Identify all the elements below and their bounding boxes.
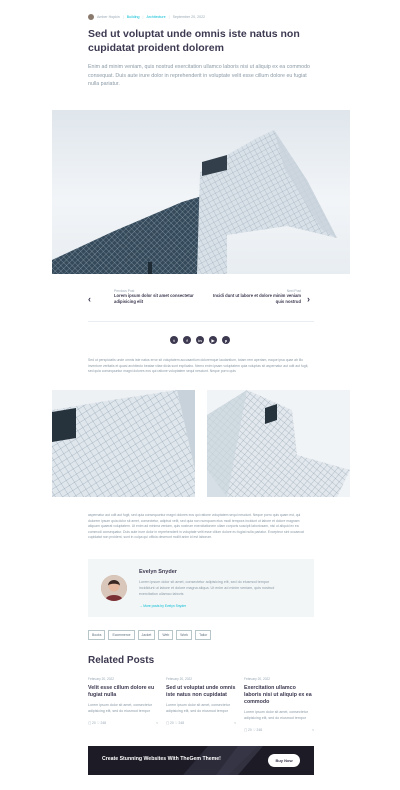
author-name: Evelyn Snyder [139,569,177,575]
gallery-image-2 [207,390,350,497]
chevron-right-icon[interactable]: › [307,294,310,304]
comment-icon: ▢ [88,720,92,725]
heart-icon[interactable]: ♡ [175,721,178,725]
category-link-architecture[interactable]: Architecture [146,15,165,19]
related-post-card[interactable]: February 20, 2022 Exercitation ullamco l… [244,677,314,732]
comment-count: 20 [170,720,174,725]
related-post-excerpt: Lorem ipsum dolor sit amet, consectetur … [166,703,230,713]
banner-text: Create Stunning Websites With TheGem The… [102,756,221,762]
prev-post-title[interactable]: Lorem ipsum dolor sit amet consectetur a… [114,293,204,305]
pinterest-icon[interactable]: p [222,336,230,344]
like-count: 248 [178,720,185,725]
tag[interactable]: Books [88,630,106,640]
author-name[interactable]: Amber Hopkin [97,15,120,19]
related-post-footer: ▢ 20 ♡ 248 < [166,721,236,725]
tag-list: Books Ecommerce Jacket Web Work Tailor [88,630,212,640]
linkedin-icon[interactable]: in [196,336,204,344]
body-paragraph-1: Sed ut perspiciatis unde omnis iste natu… [88,358,309,374]
category-link-building[interactable]: Building [127,15,140,19]
related-post-date: February 20, 2022 [88,677,115,681]
gallery-image-1 [52,390,195,497]
comment-icon: ▢ [244,727,248,732]
building-photo [52,130,337,274]
share-icon[interactable]: < [156,721,158,725]
related-post-footer: ▢ 20 ♡ 248 < [88,721,158,725]
prev-post-link[interactable]: Previous Post Lorem ipsum dolor sit amet… [114,289,204,305]
post-meta: Amber Hopkin | Building | Architecture |… [88,14,205,20]
related-post-footer: ▢ 20 ♡ 248 < [244,728,314,732]
comment-count: 20 [248,727,252,732]
tag[interactable]: Work [176,630,193,640]
tag[interactable]: Tailor [195,630,212,640]
tag[interactable]: Web [158,630,174,640]
heart-icon[interactable]: ♡ [97,721,100,725]
related-post-date: February 20, 2022 [244,677,271,681]
heart-icon[interactable]: ♡ [253,728,256,732]
share-icon[interactable]: < [234,721,236,725]
building-photo [52,390,195,497]
building-photo [207,390,350,497]
hero-image [52,110,350,274]
like-count: 248 [100,720,107,725]
related-posts-heading: Related Posts [88,655,155,666]
tag[interactable]: Ecommerce [108,630,135,640]
related-post-title[interactable]: Velit esse cillum dolore eu fugiat nulla [88,685,158,699]
like-count: 248 [256,727,263,732]
related-post-excerpt: Lorem ipsum dolor sit amet, consectetur … [88,703,152,713]
tag[interactable]: Jacket [137,630,156,640]
post-date: September 20, 2022 [172,15,206,19]
related-post-card[interactable]: February 20, 2022 Sed ut voluptat unde o… [166,677,236,725]
post-lead: Enim ad minim veniam, quis nostrud exerc… [88,64,310,88]
body-paragraph-2: aspernatur aut odit aut fugit, sed quia … [88,513,304,540]
related-post-date: February 20, 2022 [166,677,193,681]
comment-icon: ▢ [166,720,170,725]
share-icon[interactable]: < [312,728,314,732]
youtube-icon[interactable]: ▶ [209,336,217,344]
promo-banner: Create Stunning Websites With TheGem The… [88,746,314,775]
twitter-icon[interactable]: t [170,336,178,344]
post-navigation: ‹ Previous Post Lorem ipsum dolor sit am… [88,286,314,316]
author-box: Evelyn Snyder Lorem ipsum dolor sit amet… [88,559,314,617]
next-post-title[interactable]: Incidi dunt ut labore et dolore minim ve… [213,293,301,305]
related-post-title[interactable]: Exercitation ullamco laboris nisi ut ali… [244,685,314,706]
post-title: Sed ut voluptat unde omnis iste natus no… [88,28,300,54]
buy-now-button[interactable]: Buy Now [268,754,300,767]
next-post-link[interactable]: Next Post Incidi dunt ut labore et dolor… [213,289,301,305]
author-description: Lorem ipsum dolor sit amet, consectetur … [139,580,275,596]
social-share: t f in ▶ p [170,336,230,344]
related-post-card[interactable]: February 20, 2022 Velit esse cillum dolo… [88,677,158,725]
author-avatar [101,575,127,601]
author-avatar [88,14,94,20]
related-post-title[interactable]: Sed ut voluptat unde omnis iste natus no… [166,685,236,699]
divider [88,321,314,322]
comment-count: 20 [92,720,96,725]
chevron-left-icon[interactable]: ‹ [88,294,91,304]
related-post-excerpt: Lorem ipsum dolor sit amet, consectetur … [244,710,308,720]
facebook-icon[interactable]: f [183,336,191,344]
author-more-posts-link[interactable]: → More posts by Evelyn Snyder [139,604,186,608]
